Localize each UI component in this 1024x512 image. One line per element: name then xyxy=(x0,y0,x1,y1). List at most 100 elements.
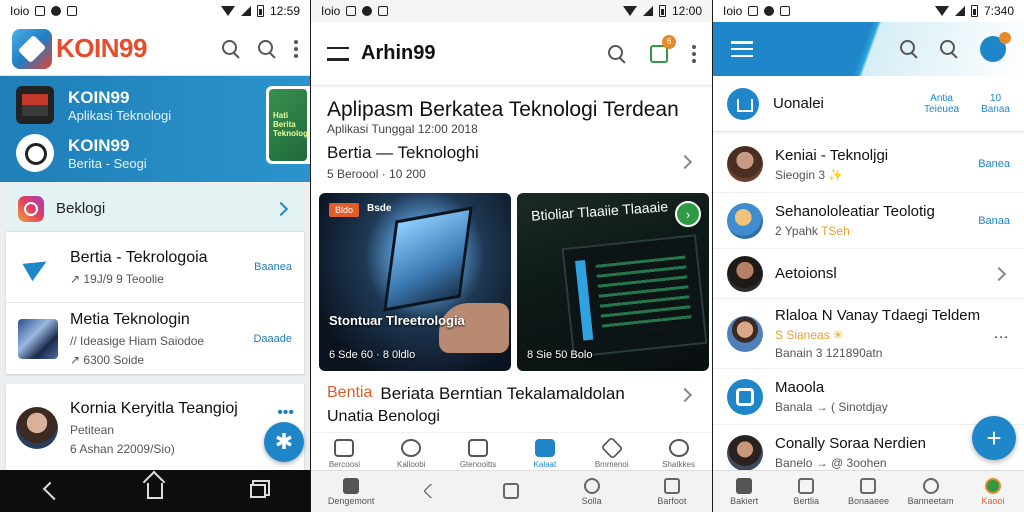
list-item[interactable]: Keniai - Teknoljgi Sieogin 3 ✨ Banea xyxy=(713,136,1024,192)
notification-icon xyxy=(748,6,759,16)
item-meta: Banain 3 121890atn xyxy=(775,346,883,360)
account-row[interactable]: KOIN99 Berita - Seogi xyxy=(16,134,147,172)
item-action[interactable]: Banaa xyxy=(978,215,1010,227)
category-row[interactable]: Beklogi xyxy=(6,186,304,232)
bottom-nav-house[interactable] xyxy=(481,482,541,501)
profile-meta: Petitean xyxy=(70,423,115,437)
bottom-nav-home[interactable]: Dengemont xyxy=(321,477,381,506)
account-avatar[interactable] xyxy=(980,32,1011,62)
avatar xyxy=(727,202,763,239)
back-icon xyxy=(423,482,440,499)
home-icon xyxy=(727,87,759,120)
home-card[interactable]: Uonalei Antia Teieuea 10 Banaa xyxy=(713,76,1024,132)
plus-icon: + xyxy=(986,422,1002,453)
send-icon xyxy=(18,247,58,287)
bottom-nav-label: Bakiert xyxy=(730,495,759,506)
account-icon xyxy=(16,134,54,172)
list-item[interactable]: Rlaloa N Vanay Tdaegi Teldem S Sianeas ✳… xyxy=(713,298,1024,368)
more-icon[interactable] xyxy=(294,39,298,58)
account-row[interactable]: KOIN99 Aplikasi Teknologi xyxy=(16,86,171,124)
article-row[interactable]: Bentia Beriata Berntian Tekalamaldolan xyxy=(327,384,696,404)
media-tag: Bsde xyxy=(367,203,392,214)
notification-icon xyxy=(764,6,775,16)
bottom-nav-heart[interactable]: Solla xyxy=(562,477,622,506)
notification-icon xyxy=(362,6,373,16)
avatar xyxy=(727,255,763,292)
battery-icon xyxy=(658,5,666,17)
list-item[interactable]: Metia Teknologin // Ideasige Hiam Saiodo… xyxy=(6,302,304,374)
bottom-nav-back[interactable] xyxy=(401,482,461,501)
tab-list[interactable]: Gtenooitts xyxy=(448,439,508,469)
panel-koin99-home: Ioio 12:59 KOIN99 KOIN99 Aplikasi Teknol… xyxy=(0,0,310,512)
tab-home[interactable]: Bercoosi xyxy=(314,439,374,469)
hand-image xyxy=(439,303,509,353)
stat-value: Antia Teieuea xyxy=(924,92,960,115)
tab-active[interactable]: Kalaat xyxy=(515,439,575,469)
side-thumbnail[interactable]: Hati Berita Teknologi xyxy=(266,86,310,164)
list-item[interactable]: Aetoionsl xyxy=(713,248,1024,298)
back-icon[interactable] xyxy=(42,481,61,501)
app-title: Arhin99 xyxy=(361,42,436,64)
item-badge[interactable]: Daaade xyxy=(253,333,292,345)
instagram-icon xyxy=(18,195,44,222)
media-card[interactable]: Bldo Bsde Stontuar Tlreetrologia 6 Sde 6… xyxy=(319,193,511,371)
category-label: Beklogi xyxy=(56,200,106,217)
checkbox-icon xyxy=(798,477,815,494)
more-icon[interactable]: ••• xyxy=(277,404,294,422)
news-list-card: Bertia - Tekrologoia ↗ 19J/9 9 Teoolie B… xyxy=(6,232,304,374)
item-action[interactable]: Banea xyxy=(978,158,1010,170)
bottom-nav-label: Solla xyxy=(581,495,602,506)
chevron-right-icon[interactable]: › xyxy=(675,201,701,227)
item-title: Rlaloa N Vanay Tdaegi Teldem xyxy=(775,307,981,324)
search-icon[interactable] xyxy=(258,39,276,58)
list-item[interactable]: Bertia - Tekrologoia ↗ 19J/9 9 Teoolie B… xyxy=(6,232,304,302)
account-switcher: KOIN99 Aplikasi Teknologi KOIN99 Berita … xyxy=(0,76,310,182)
menu-icon[interactable] xyxy=(731,41,753,57)
media-heading: Btioliar Tlaaiie Tlaaaie xyxy=(530,198,669,224)
tab-chat[interactable]: Kalloobi xyxy=(381,439,441,469)
bottom-nav-label: Banneetam xyxy=(907,495,954,506)
search-icon[interactable] xyxy=(900,40,918,58)
recents-icon[interactable] xyxy=(250,484,267,498)
profile-card[interactable]: Kornia Keryitla Teangioj Petitean 6 Asha… xyxy=(6,384,304,472)
tab-grid[interactable]: Bmmenoi xyxy=(582,436,642,469)
chat-icon xyxy=(401,439,422,457)
bottom-nav: Dengemont Solla Barfoot xyxy=(311,470,712,512)
add-button[interactable]: + xyxy=(972,416,1016,460)
article-subtitle: Unatia Benologi xyxy=(327,408,440,425)
bottom-nav-home[interactable]: Bakiert xyxy=(714,477,774,506)
section-row[interactable]: Bertia — Teknologhi 5 Beroool · 10 200 xyxy=(327,140,696,184)
more-icon[interactable]: … xyxy=(993,325,1010,343)
search-icon[interactable] xyxy=(608,44,626,63)
search-icon[interactable] xyxy=(222,39,240,58)
bottom-nav-check[interactable]: Bertlia xyxy=(776,477,836,506)
profile-meta: 6 Ashan 22009/Sio) xyxy=(70,442,175,456)
item-badge[interactable]: Baanea xyxy=(254,261,292,273)
bottom-nav-tag[interactable]: Bonaaeee xyxy=(838,477,898,506)
list-item[interactable]: Sehanololeatiar Teolotig 2 Ypahk TSeh Ba… xyxy=(713,192,1024,248)
bottom-nav-chat[interactable]: Banneetam xyxy=(901,477,961,506)
bottom-nav-tools[interactable]: Barfoot xyxy=(642,477,702,506)
notification-icon xyxy=(51,6,62,16)
headline[interactable]: Aplipasm Berkatea Teknologi Terdean xyxy=(327,98,696,122)
search-icon[interactable] xyxy=(940,40,958,58)
bottom-nav-profile[interactable]: Kaooi xyxy=(963,477,1023,506)
item-thumbnail xyxy=(18,318,58,359)
list-item[interactable]: Maoola Banala → ( Sinotdjay xyxy=(713,368,1024,424)
status-left-text: Ioio xyxy=(10,4,30,18)
menu-icon[interactable] xyxy=(327,46,349,61)
tools-icon xyxy=(663,477,680,494)
notification-icon xyxy=(35,6,46,16)
fab-button[interactable]: ✱ xyxy=(264,422,304,462)
home-icon xyxy=(736,477,753,494)
tab-profile[interactable]: Shatkkes xyxy=(649,439,709,469)
media-card[interactable]: Btioliar Tlaaiie Tlaaaie › 8 Sie 50 Bolo xyxy=(517,193,709,371)
house-icon xyxy=(534,439,555,457)
home-icon[interactable] xyxy=(146,483,163,499)
notification-icon xyxy=(780,6,791,16)
more-icon[interactable] xyxy=(692,44,696,63)
item-title: Maoola xyxy=(775,379,825,396)
item-title: Keniai - Teknoljgi xyxy=(775,146,889,164)
stat-value: 10 Banaa xyxy=(981,92,1010,115)
notification-bell-icon[interactable]: 6 xyxy=(650,34,676,63)
